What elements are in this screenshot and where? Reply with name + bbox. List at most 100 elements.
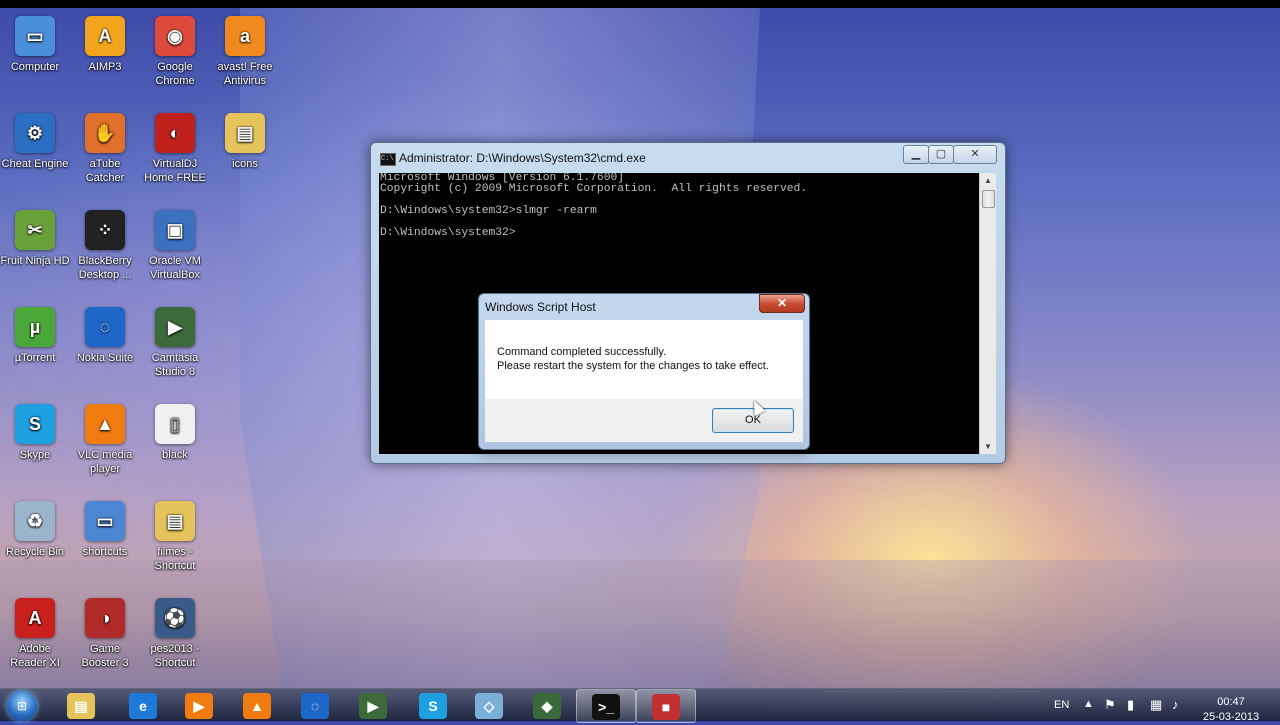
desktop-icon[interactable]: A Adobe Reader XI bbox=[0, 598, 70, 670]
desktop-icon[interactable]: S Skype bbox=[0, 404, 70, 462]
tablet-icon: ◇ bbox=[475, 693, 503, 719]
start-button[interactable]: ⊞ bbox=[2, 689, 44, 721]
windows-script-host-dialog[interactable]: Windows Script Host ✕ Command completed … bbox=[478, 293, 810, 450]
desktop-icon[interactable]: ◌ Nokia Suite bbox=[70, 307, 140, 365]
game-icon: ◆ bbox=[533, 693, 561, 719]
skype-icon: S bbox=[419, 693, 447, 719]
desktop-icon-label: VirtualDJ Home FREE bbox=[144, 158, 206, 184]
chrome-icon: ◉ bbox=[155, 16, 195, 56]
recycle-bin-icon: ♻ bbox=[15, 501, 55, 541]
desktop-icon[interactable]: µ µTorrent bbox=[0, 307, 70, 365]
taskbar-button-paint[interactable]: ■ bbox=[636, 689, 696, 723]
cmd-icon: >_ bbox=[592, 694, 620, 720]
desktop-icon-label: Skype bbox=[19, 449, 51, 461]
desktop-icon[interactable]: ⁘ BlackBerry Desktop ... bbox=[70, 210, 140, 282]
show-hidden-icons-icon[interactable]: ▲ bbox=[1083, 698, 1094, 710]
cmd-window-title: Administrator: D:\Windows\System32\cmd.e… bbox=[399, 151, 646, 165]
utorrent-icon: µ bbox=[15, 307, 55, 347]
desktop-icon[interactable]: ▯ black bbox=[140, 404, 210, 462]
usb-device-icon[interactable]: ▮ bbox=[1127, 697, 1134, 713]
desktop-icon[interactable]: ◉ Google Chrome bbox=[140, 16, 210, 88]
blackberry-icon: ⁘ bbox=[85, 210, 125, 250]
cmd-app-icon: C:\ bbox=[380, 153, 396, 166]
desktop-icon-label: pes2013 - Shortcut bbox=[150, 643, 200, 669]
camtasia-icon: ▶ bbox=[155, 307, 195, 347]
desktop-icon-label: BlackBerry Desktop ... bbox=[78, 255, 132, 281]
desktop-icon-label: Adobe Reader XI bbox=[10, 643, 60, 669]
desktop-icon-label: VLC media player bbox=[77, 449, 133, 475]
desktop-icon[interactable]: A AIMP3 bbox=[70, 16, 140, 74]
taskbar: ⊞ ▤ e ▶ ▲ ◌ ▶ S ◇ ◆ >_ ■ EN ▲ ⚑ ▮ ▦ ♪ 00:47 25-03-… bbox=[0, 688, 1280, 723]
nokia-suite-icon: ◌ bbox=[301, 693, 329, 719]
taskbar-button-internet-explorer[interactable]: e bbox=[114, 689, 172, 721]
desktop-icon[interactable]: ▤ filmes - Shortcut bbox=[140, 501, 210, 573]
scroll-up-arrow-icon[interactable]: ▲ bbox=[980, 173, 996, 188]
dialog-message-line1: Command completed successfully. bbox=[497, 346, 667, 358]
taskbar-button-cmd[interactable]: >_ bbox=[576, 689, 636, 723]
network-icon[interactable]: ▦ bbox=[1150, 697, 1162, 713]
desktop-icon[interactable]: ▶ Camtasia Studio 8 bbox=[140, 307, 210, 379]
scroll-thumb[interactable] bbox=[982, 190, 995, 208]
desktop-icon[interactable]: ✂ Fruit Ninja HD bbox=[0, 210, 70, 268]
desktop-icon[interactable]: ✋ aTube Catcher bbox=[70, 113, 140, 185]
clock-time: 00:47 bbox=[1217, 696, 1245, 708]
paint-icon: ■ bbox=[652, 694, 680, 720]
desktop-icon[interactable]: ◐ VirtualDJ Home FREE bbox=[140, 113, 210, 185]
language-indicator[interactable]: EN bbox=[1054, 699, 1069, 711]
minimize-button[interactable]: ▁ bbox=[903, 145, 929, 164]
fruit-ninja-icon: ✂ bbox=[15, 210, 55, 250]
media-player-icon: ▶ bbox=[185, 693, 213, 719]
computer-icon: ▭ bbox=[15, 16, 55, 56]
taskbar-button-vlc[interactable]: ▲ bbox=[228, 689, 286, 721]
taskbar-button-nokia-suite[interactable]: ◌ bbox=[286, 689, 344, 721]
dialog-close-button[interactable]: ✕ bbox=[759, 294, 805, 313]
clock[interactable]: 00:47 25-03-2013 bbox=[1196, 695, 1266, 725]
desktop-icon-label: Google Chrome bbox=[155, 61, 195, 87]
desktop-icon[interactable]: a avast! Free Antivirus bbox=[210, 16, 280, 88]
desktop-icon[interactable]: ⚽ pes2013 - Shortcut bbox=[140, 598, 210, 670]
dialog-message-area: Command completed successfully. Please r… bbox=[485, 320, 803, 399]
nokia-suite-icon: ◌ bbox=[85, 307, 125, 347]
desktop-icon-label: icons bbox=[232, 158, 258, 170]
taskbar-button-media-player[interactable]: ▶ bbox=[170, 689, 228, 721]
cheat-engine-icon: ⚙ bbox=[15, 113, 55, 153]
taskbar-button-explorer[interactable]: ▤ bbox=[52, 689, 110, 721]
pes2013-icon: ⚽ bbox=[155, 598, 195, 638]
desktop-icon-label: AIMP3 bbox=[88, 61, 122, 73]
desktop-icon[interactable]: ▣ Oracle VM VirtualBox bbox=[140, 210, 210, 282]
clock-date: 25-03-2013 bbox=[1202, 711, 1260, 723]
taskbar-button-camtasia[interactable]: ▶ bbox=[344, 689, 402, 721]
action-center-icon[interactable]: ⚑ bbox=[1104, 697, 1116, 713]
desktop-icon[interactable]: ⚙ Cheat Engine bbox=[0, 113, 70, 171]
desktop-icon-label: Camtasia Studio 8 bbox=[151, 352, 199, 378]
text-file-icon: ▯ bbox=[155, 404, 195, 444]
virtualbox-icon: ▣ bbox=[155, 210, 195, 250]
taskbar-button-tablet[interactable]: ◇ bbox=[460, 689, 518, 721]
desktop-icon[interactable]: ▭ Computer bbox=[0, 16, 70, 74]
dialog-message-line2: Please restart the system for the change… bbox=[497, 360, 769, 372]
taskbar-button-skype[interactable]: S bbox=[404, 689, 462, 721]
explorer-folder-icon: ▤ bbox=[67, 693, 95, 719]
folder-shortcut-icon: ▤ bbox=[155, 501, 195, 541]
taskbar-button-game[interactable]: ◆ bbox=[518, 689, 576, 721]
desktop-icon[interactable]: ♻ Recycle Bin bbox=[0, 501, 70, 559]
desktop-icon-label: µTorrent bbox=[14, 352, 56, 364]
desktop-icon[interactable]: ▤ icons bbox=[210, 113, 280, 171]
vlc-icon: ▲ bbox=[243, 693, 271, 719]
atube-catcher-icon: ✋ bbox=[85, 113, 125, 153]
console-line: Copyright (c) 2009 Microsoft Corporation… bbox=[380, 183, 808, 195]
vertical-scrollbar[interactable]: ▲ ▼ bbox=[979, 173, 996, 454]
adobe-reader-icon: A bbox=[15, 598, 55, 638]
desktop-icon[interactable]: ▭ shortcuts bbox=[70, 501, 140, 559]
virtualdj-icon: ◐ bbox=[155, 113, 195, 153]
close-button[interactable]: ✕ bbox=[953, 145, 997, 164]
skype-icon: S bbox=[15, 404, 55, 444]
volume-icon[interactable]: ♪ bbox=[1172, 697, 1179, 712]
desktop-icon[interactable]: ◑ Game Booster 3 bbox=[70, 598, 140, 670]
desktop-icon-label: aTube Catcher bbox=[85, 158, 125, 184]
maximize-button[interactable]: ▢ bbox=[928, 145, 954, 164]
shortcuts-icon: ▭ bbox=[85, 501, 125, 541]
desktop-icon-label: Recycle Bin bbox=[5, 546, 65, 558]
desktop-icon[interactable]: ▲ VLC media player bbox=[70, 404, 140, 476]
scroll-down-arrow-icon[interactable]: ▼ bbox=[980, 439, 996, 454]
